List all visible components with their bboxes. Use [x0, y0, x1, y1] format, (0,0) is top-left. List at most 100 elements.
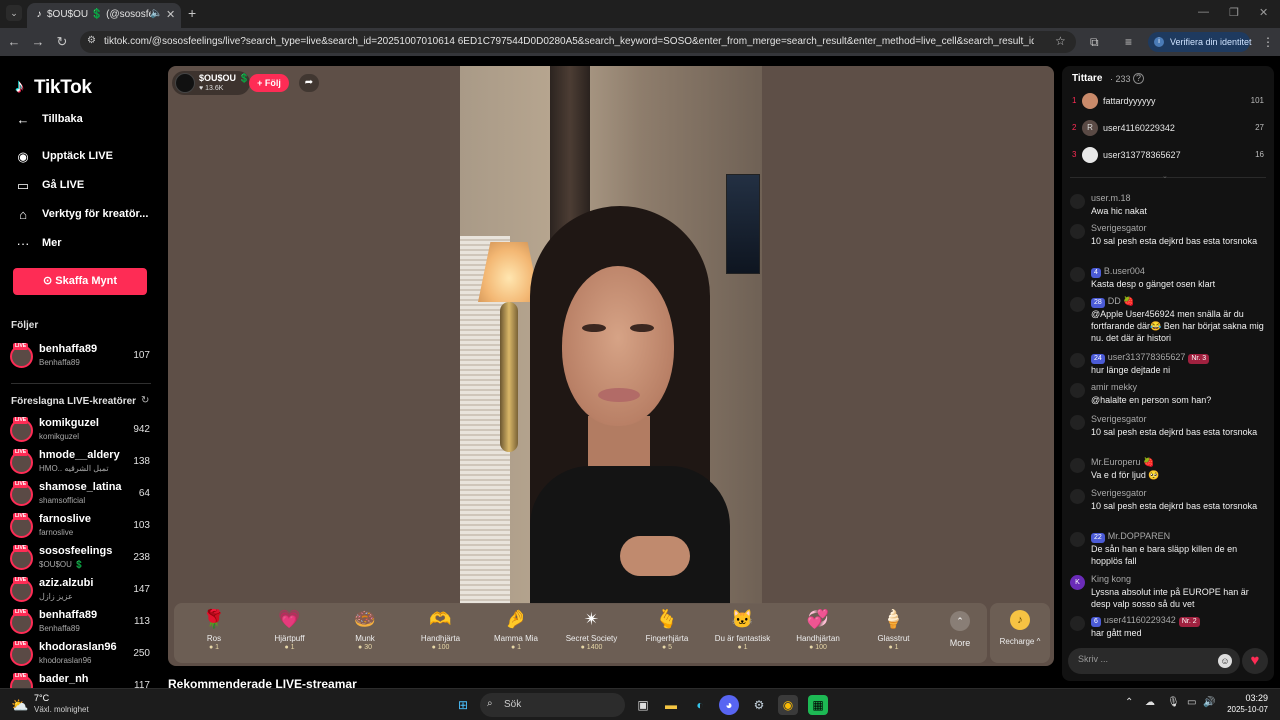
more-gifts-button[interactable]: ⌃ More	[940, 611, 980, 648]
chat-text: Kasta desp o gänget osen klart	[1091, 279, 1216, 289]
gift-item[interactable]: 🍦 Glasstrut ● 1	[856, 607, 932, 661]
verify-identity-button[interactable]: i Verifiera din identitet	[1148, 32, 1252, 52]
tab-search-icon[interactable]: ⌄	[6, 5, 22, 21]
browser-tab-active[interactable]: ♪ $OU$OU 💲 (@sososfeelings 🔈 ✕	[27, 3, 181, 28]
viewer-count: 138	[133, 456, 150, 467]
task-view-icon[interactable]: ▣	[633, 695, 653, 715]
clock-time[interactable]: 03:29	[1222, 693, 1268, 703]
sidebar-item-go-live[interactable]: ▭ Gå LIVE	[14, 176, 159, 196]
suggested-creator[interactable]: LIVE farnoslive farnoslive 103	[10, 513, 152, 541]
live-stream-player[interactable]: $OU$OU 💲 ♥ 13.6K + Följ ➦ 🌹 Ros ● 1 💗 Hjärtp…	[168, 66, 1054, 666]
gift-item[interactable]: 🐱 Du är fantastisk ● 1	[705, 607, 781, 661]
chat-username: 22 Mr.DOPPAREN	[1091, 531, 1271, 543]
gift-icon: 💗	[278, 609, 301, 629]
edge-icon[interactable]: ◐	[690, 695, 710, 715]
recharge-button[interactable]: ♪ Recharge ^	[990, 603, 1050, 663]
suggested-creator[interactable]: LIVE benhaffa89 Benhaffa89 113	[10, 609, 152, 637]
get-coins-button[interactable]: ⊙ Skaffa Mynt	[13, 268, 147, 295]
reading-list-icon[interactable]: ≡	[1125, 35, 1132, 49]
chevron-down-icon[interactable]: ⌄	[1162, 172, 1168, 180]
restore-icon[interactable]: ❐	[1229, 6, 1239, 19]
windows-start-icon[interactable]: ⊞	[453, 695, 473, 715]
url-text[interactable]: tiktok.com/@sososfeelings/live?search_ty…	[104, 36, 1034, 48]
top-viewer-row[interactable]: 1 fattardyyyyyy 101	[1070, 92, 1266, 112]
username-text: King kong	[1091, 574, 1132, 584]
chat-username: 24 user313778365627 Nr. 3	[1091, 352, 1271, 364]
sidebar-item-creator-tools[interactable]: ⌂ Verktyg för kreatör...	[14, 205, 159, 225]
new-tab-icon[interactable]: +	[188, 5, 196, 21]
help-icon[interactable]: ?	[1133, 73, 1144, 84]
file-explorer-icon[interactable]: ▬	[661, 695, 681, 715]
refresh-icon[interactable]: ↻	[141, 395, 149, 406]
top-viewer-row[interactable]: 3 user313778365627 16	[1070, 146, 1266, 166]
gift-item[interactable]: 🫶 Handhjärta ● 100	[403, 607, 479, 661]
follow-button[interactable]: + Följ	[249, 74, 289, 92]
back-arrow-icon[interactable]: ←	[6, 34, 22, 50]
sidebar-item-label: Gå LIVE	[42, 179, 85, 191]
suggested-creator[interactable]: LIVE sososfeelings $OU$OU 💲 238	[10, 545, 152, 573]
onedrive-icon[interactable]: ☁	[1145, 697, 1155, 708]
bookmark-star-icon[interactable]: ☆	[1055, 34, 1066, 48]
app-icon[interactable]: ▦	[808, 695, 828, 715]
following-creator[interactable]: LIVE benhaffa89 Benhaffa89 107	[10, 343, 152, 371]
username-text: user41160229342	[1103, 615, 1176, 625]
gift-item[interactable]: 🫰 Fingerhjärta ● 5	[629, 607, 705, 661]
close-window-icon[interactable]: ✕	[1259, 6, 1268, 19]
username-text: Mr.DOPPAREN	[1107, 531, 1171, 541]
live-badge: LIVE	[13, 513, 29, 520]
gift-item[interactable]: 🍩 Munk ● 30	[327, 607, 403, 661]
chrome-icon[interactable]: ◉	[778, 695, 798, 715]
live-badge: LIVE	[13, 481, 29, 488]
suggested-creator[interactable]: LIVE aziz.alzubi عزيز زازل 147	[10, 577, 152, 605]
site-info-icon[interactable]: ⚙	[87, 35, 96, 46]
viewer-count: 64	[138, 488, 150, 499]
suggested-creator[interactable]: LIVE hmode__aldery HMO.. تمبل الشرقيه 138	[10, 449, 152, 477]
forward-arrow-icon[interactable]: →	[30, 34, 46, 50]
suggested-creator[interactable]: LIVE komikguzel komikguzel 942	[10, 417, 152, 445]
sidebar-item-more[interactable]: ··· Mer	[14, 234, 159, 254]
minimize-icon[interactable]: —	[1198, 6, 1209, 18]
discord-icon[interactable]: ◕	[719, 695, 739, 715]
reload-icon[interactable]: ↻	[54, 34, 70, 50]
host-info[interactable]: $OU$OU 💲 ♥ 13.6K	[172, 71, 250, 95]
close-tab-icon[interactable]: ✕	[166, 8, 175, 22]
coins-label: Skaffa Mynt	[55, 275, 118, 287]
chat-input-box[interactable]: ☺	[1068, 648, 1240, 674]
speaker-icon[interactable]: 🔈	[150, 8, 162, 19]
tray-chevron-up-icon[interactable]: ⌃	[1125, 697, 1133, 708]
suggested-creator[interactable]: LIVE bader_nh 117	[10, 673, 152, 688]
network-icon[interactable]: ▭	[1187, 697, 1196, 708]
extensions-icon[interactable]: ⧉	[1090, 35, 1099, 49]
coin-icon: ⊙	[42, 275, 56, 287]
avatar	[1070, 383, 1085, 398]
share-icon[interactable]: ➦	[299, 74, 319, 92]
live-badge: LIVE	[13, 673, 29, 680]
viewer-count: 113	[134, 616, 150, 627]
video-camera-icon: ▭	[16, 178, 30, 193]
gift-item[interactable]: 🌹 Ros ● 1	[176, 607, 252, 661]
sidebar-item-discover-live[interactable]: ◉ Upptäck LIVE	[14, 147, 159, 167]
gift-item[interactable]: 🤌 Mamma Mia ● 1	[478, 607, 554, 661]
gift-item[interactable]: 💗 Hjärtpuff ● 1	[252, 607, 328, 661]
gift-item[interactable]: ✴ Secret Society ● 1400	[554, 607, 630, 661]
browser-menu-icon[interactable]: ⋮	[1262, 35, 1274, 49]
creator-name: shamose_latina	[39, 481, 122, 493]
top-viewer-row[interactable]: 2 Ruser41160229342 27	[1070, 119, 1266, 139]
live-video[interactable]	[460, 66, 762, 604]
gift-item[interactable]: 💞 Handhjärtan ● 100	[780, 607, 856, 661]
address-bar[interactable]: ⚙ tiktok.com/@sososfeelings/live?search_…	[80, 31, 1076, 53]
chat-text: De sån han e bara släpp killen de en hop…	[1091, 544, 1238, 566]
emoji-icon[interactable]: ☺	[1218, 654, 1232, 668]
suggested-creator[interactable]: LIVE khodoraslan96 khodoraslan96 250	[10, 641, 152, 669]
chat-input[interactable]	[1078, 654, 1208, 664]
taskbar-search[interactable]: ⌕ Sök	[480, 693, 625, 717]
suggested-creator[interactable]: LIVE shamose_latina shamsofficial 64	[10, 481, 152, 509]
steam-icon[interactable]: ⚙	[749, 695, 769, 715]
heart-gift-icon[interactable]: ♥	[1242, 648, 1268, 674]
back-link[interactable]: ← Tillbaka	[14, 110, 159, 130]
weather-icon[interactable]: ⛅	[11, 695, 31, 715]
clock-date[interactable]: 2025-10-07	[1212, 705, 1268, 714]
host-avatar	[175, 73, 195, 93]
microphone-icon[interactable]: 🎙	[1167, 697, 1180, 708]
sidebar-item-label: Mer	[42, 237, 62, 249]
